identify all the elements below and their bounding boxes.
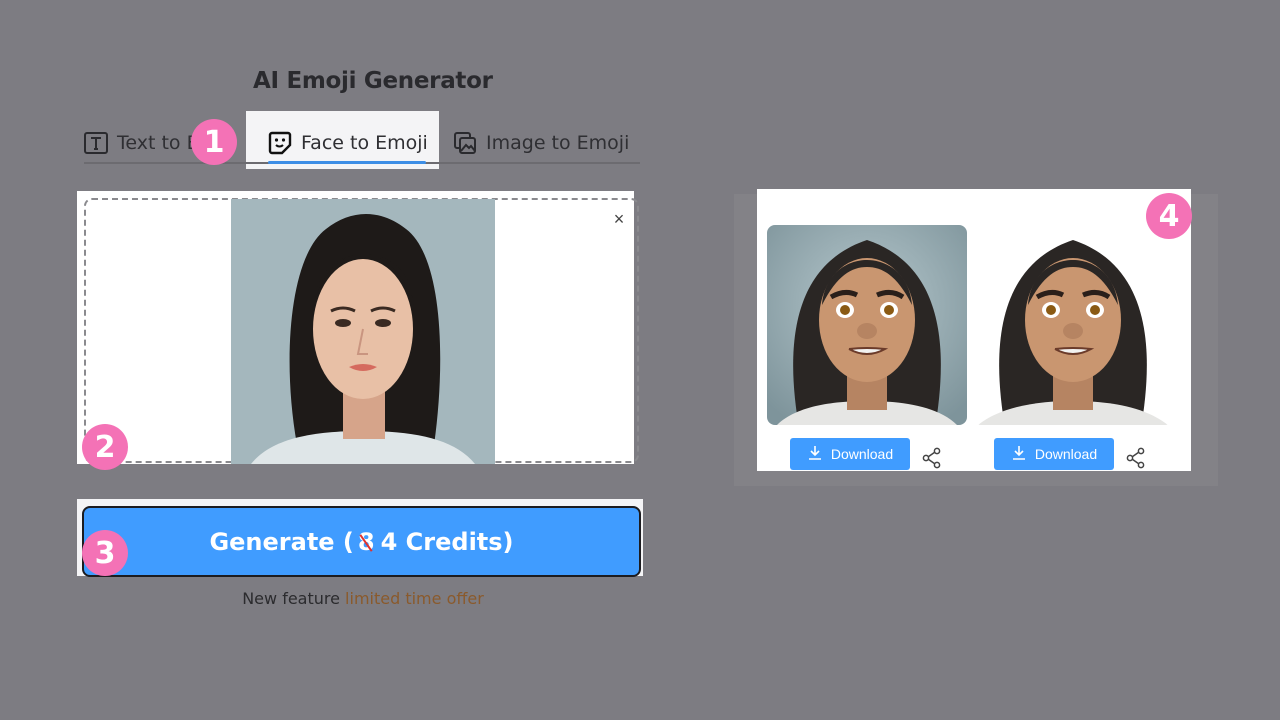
download-button-2[interactable]: Download [994, 438, 1114, 470]
close-icon[interactable]: × [611, 210, 627, 228]
result-emoji-2 [973, 225, 1173, 425]
offer-prefix: New feature [242, 589, 340, 608]
step-badge-2: 2 [82, 424, 128, 470]
download-label: Download [830, 446, 894, 462]
download-icon [807, 445, 823, 464]
download-label: Download [1034, 446, 1098, 462]
share-icon[interactable] [921, 447, 943, 469]
new-credits: 4 Credits) [380, 527, 514, 556]
page-title: AI Emoji Generator [253, 68, 493, 94]
step-badge-1: 1 [191, 119, 237, 165]
tab-label: Image to Emoji [486, 132, 630, 154]
tab-image-to-emoji[interactable]: Image to Emoji [453, 128, 629, 158]
tab-text-to-emoji[interactable]: Text to E [84, 128, 199, 158]
images-icon [453, 131, 477, 155]
face-sticker-icon [268, 131, 292, 155]
active-tab-underline [268, 161, 426, 164]
step-badge-3: 3 [82, 530, 128, 576]
tab-face-to-emoji[interactable]: Face to Emoji [268, 128, 428, 158]
generate-button[interactable]: Generate ( 8 4 Credits) [82, 506, 641, 577]
download-button-1[interactable]: Download [790, 438, 910, 470]
offer-highlight: limited time offer [345, 589, 484, 608]
old-credits: 8 [357, 527, 375, 556]
text-icon [84, 131, 108, 155]
generate-prefix: Generate ( [209, 527, 354, 556]
step-badge-4: 4 [1146, 193, 1192, 239]
tab-label: Face to Emoji [301, 132, 428, 154]
offer-text: New feature limited time offer [0, 589, 726, 608]
uploaded-photo [231, 199, 495, 464]
tab-label: Text to E [117, 132, 199, 154]
result-emoji-1 [767, 225, 967, 425]
share-icon[interactable] [1125, 447, 1147, 469]
download-icon [1011, 445, 1027, 464]
